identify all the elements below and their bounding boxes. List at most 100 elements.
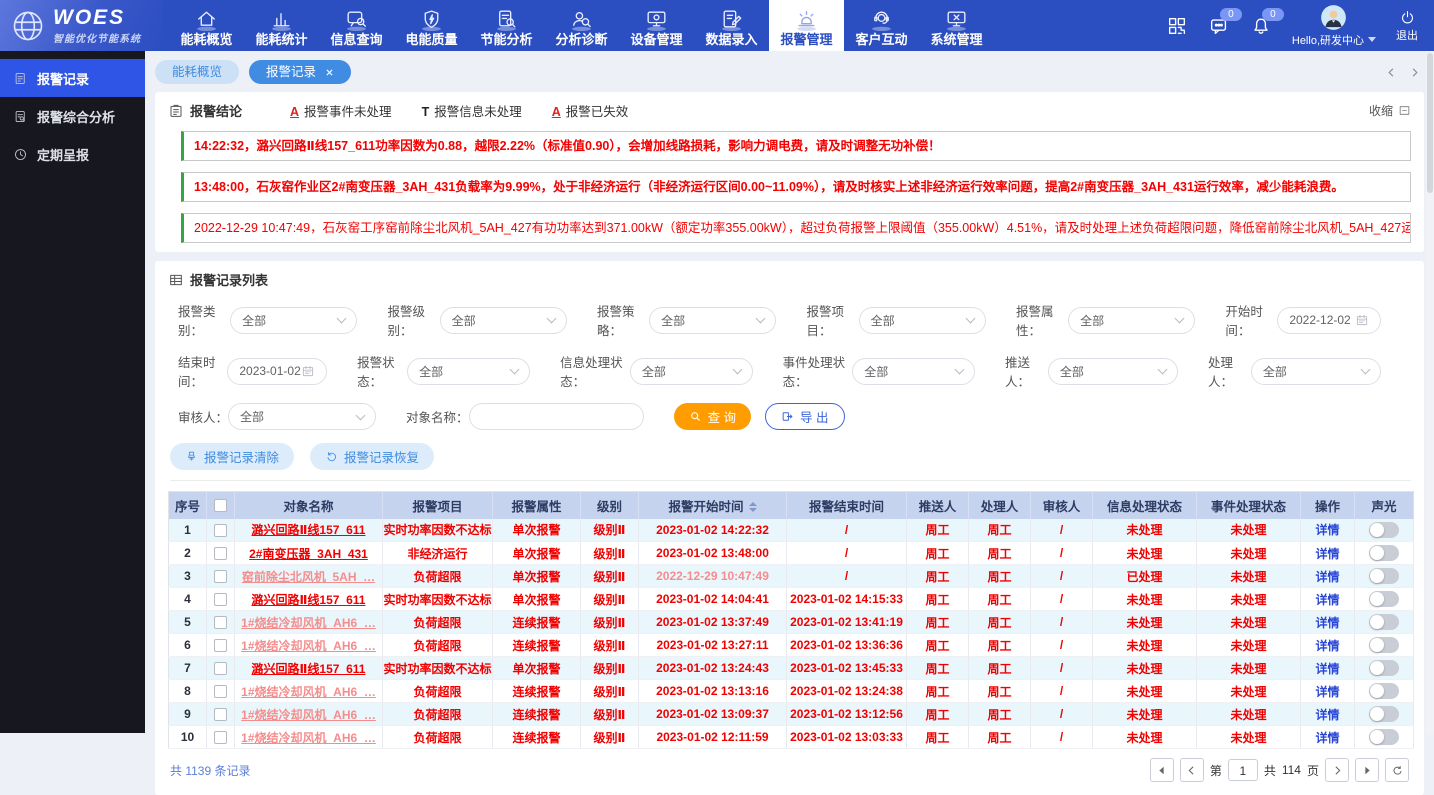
tab-energy-overview[interactable]: 能耗概览 [155, 60, 239, 84]
scrollbar-thumb[interactable] [1427, 53, 1433, 193]
detail-link[interactable]: 详情 [1315, 523, 1339, 537]
nav-item-data-entry[interactable]: 数据录入 [694, 0, 769, 51]
notifications-bell-icon[interactable]: 0 [1250, 15, 1272, 37]
object-name-link[interactable]: 2#南变压器_3AH_431 [249, 547, 368, 561]
detail-link[interactable]: 详情 [1315, 708, 1339, 722]
sound-light-toggle[interactable] [1369, 637, 1399, 653]
nav-item-alarm[interactable]: 报警管理 [769, 0, 844, 51]
filter-select[interactable]: 全部 [630, 358, 753, 385]
search-button[interactable]: 查 询 [674, 403, 751, 430]
nav-item-customer[interactable]: 客户互动 [844, 0, 919, 51]
filter-select[interactable]: 全部 [440, 307, 567, 334]
filter-select[interactable]: 全部 [859, 307, 986, 334]
chevron-left-icon[interactable] [1386, 67, 1397, 78]
close-icon[interactable] [325, 68, 334, 77]
filter-select[interactable]: 全部 [228, 403, 376, 430]
row-checkbox[interactable] [214, 708, 227, 721]
object-name-link[interactable]: 潞兴回路Ⅱ线157_611 [252, 523, 366, 537]
row-checkbox[interactable] [214, 547, 227, 560]
detail-link[interactable]: 详情 [1315, 685, 1339, 699]
qrcode-icon[interactable] [1166, 15, 1188, 37]
select-all-header [207, 492, 235, 519]
select-all-checkbox[interactable] [214, 499, 227, 512]
next-page-button[interactable] [1325, 758, 1349, 782]
detail-link[interactable]: 详情 [1315, 616, 1339, 630]
object-name-link[interactable]: 潞兴回路Ⅱ线157_611 [252, 593, 366, 607]
summary-link-0[interactable]: A报警事件未处理 [290, 101, 392, 120]
last-page-button[interactable] [1355, 758, 1379, 782]
page-scrollbar[interactable] [1426, 51, 1434, 733]
sort-icon[interactable] [749, 502, 757, 512]
filter-select[interactable]: 全部 [1068, 307, 1195, 334]
object-name-link[interactable]: 1#烧结冷却风机_AH6_… [241, 639, 376, 653]
nav-item-system[interactable]: 系统管理 [919, 0, 994, 51]
sound-light-toggle[interactable] [1369, 683, 1399, 699]
date-input[interactable]: 2023-01-02 [227, 358, 327, 385]
nav-item-info-search[interactable]: 信息查询 [319, 0, 394, 51]
object-name-link[interactable]: 窑前除尘北风机_5AH_… [242, 570, 375, 584]
nav-item-device[interactable]: 设备管理 [619, 0, 694, 51]
date-input[interactable]: 2022-12-02 [1277, 307, 1381, 334]
restore-records-button[interactable]: 报警记录恢复 [310, 443, 434, 470]
row-checkbox[interactable] [214, 685, 227, 698]
detail-link[interactable]: 详情 [1315, 639, 1339, 653]
filter-select[interactable]: 全部 [1251, 358, 1381, 385]
nav-item-energy-analysis[interactable]: 节能分析 [469, 0, 544, 51]
filter-select[interactable]: 全部 [407, 358, 530, 385]
nav-item-stats[interactable]: 能耗统计 [244, 0, 319, 51]
row-checkbox[interactable] [214, 593, 227, 606]
row-checkbox[interactable] [214, 616, 227, 629]
export-button[interactable]: 导 出 [765, 403, 844, 430]
sidebar-item-report[interactable]: 定期呈报 [0, 135, 145, 173]
summary-link-2[interactable]: A报警已失效 [552, 101, 629, 120]
clear-icon [185, 450, 198, 463]
sound-light-toggle[interactable] [1369, 522, 1399, 538]
row-checkbox[interactable] [214, 524, 227, 537]
row-checkbox[interactable] [214, 662, 227, 675]
tab-alarm-records[interactable]: 报警记录 [249, 60, 351, 84]
sound-light-toggle[interactable] [1369, 660, 1399, 676]
collapse-button[interactable]: 收缩 [1369, 102, 1411, 119]
sidebar-item-record[interactable]: 报警记录 [0, 59, 145, 97]
object-name-link[interactable]: 1#烧结冷却风机_AH6_… [241, 685, 376, 699]
row-checkbox[interactable] [214, 639, 227, 652]
detail-link[interactable]: 详情 [1315, 593, 1339, 607]
object-name-link[interactable]: 潞兴回路Ⅱ线157_611 [252, 662, 366, 676]
sound-light-toggle[interactable] [1369, 729, 1399, 745]
nav-item-diagnosis[interactable]: 分析诊断 [544, 0, 619, 51]
user-menu[interactable]: Hello,研发中心 [1292, 4, 1376, 48]
sound-light-toggle[interactable] [1369, 591, 1399, 607]
messages-icon[interactable]: 0 [1208, 15, 1230, 37]
sound-light-toggle[interactable] [1369, 706, 1399, 722]
clear-records-button[interactable]: 报警记录清除 [170, 443, 294, 470]
object-name-input[interactable] [469, 403, 644, 430]
first-page-button[interactable] [1150, 758, 1174, 782]
object-name-link[interactable]: 1#烧结冷却风机_AH6_… [241, 708, 376, 722]
chevron-right-icon[interactable] [1409, 67, 1420, 78]
logout-button[interactable]: 退出 [1396, 9, 1418, 43]
filter-select-group: 报警策略全部 [597, 301, 776, 339]
sidebar-item-analysis[interactable]: 报警综合分析 [0, 97, 145, 135]
column-header[interactable]: 报警开始时间 [639, 492, 787, 519]
column-header: 事件处理状态 [1197, 492, 1301, 519]
summary-link-1[interactable]: T报警信息未处理 [422, 101, 522, 120]
filter-select[interactable]: 全部 [1048, 358, 1178, 385]
row-checkbox[interactable] [214, 731, 227, 744]
sound-light-toggle[interactable] [1369, 568, 1399, 584]
sound-light-toggle[interactable] [1369, 614, 1399, 630]
filter-select[interactable]: 全部 [649, 307, 776, 334]
sound-light-toggle[interactable] [1369, 545, 1399, 561]
object-name-link[interactable]: 1#烧结冷却风机_AH6_… [241, 616, 376, 630]
message-badge: 0 [1220, 8, 1242, 21]
page-number-input[interactable]: 1 [1228, 759, 1258, 781]
row-checkbox[interactable] [214, 570, 227, 583]
prev-page-button[interactable] [1180, 758, 1204, 782]
filter-select[interactable]: 全部 [230, 307, 357, 334]
refresh-button[interactable] [1385, 758, 1409, 782]
nav-item-power-quality[interactable]: 电能质量 [394, 0, 469, 51]
filter-select[interactable]: 全部 [852, 358, 975, 385]
detail-link[interactable]: 详情 [1315, 570, 1339, 584]
detail-link[interactable]: 详情 [1315, 547, 1339, 561]
nav-item-home[interactable]: 能耗概览 [169, 0, 244, 51]
detail-link[interactable]: 详情 [1315, 662, 1339, 676]
